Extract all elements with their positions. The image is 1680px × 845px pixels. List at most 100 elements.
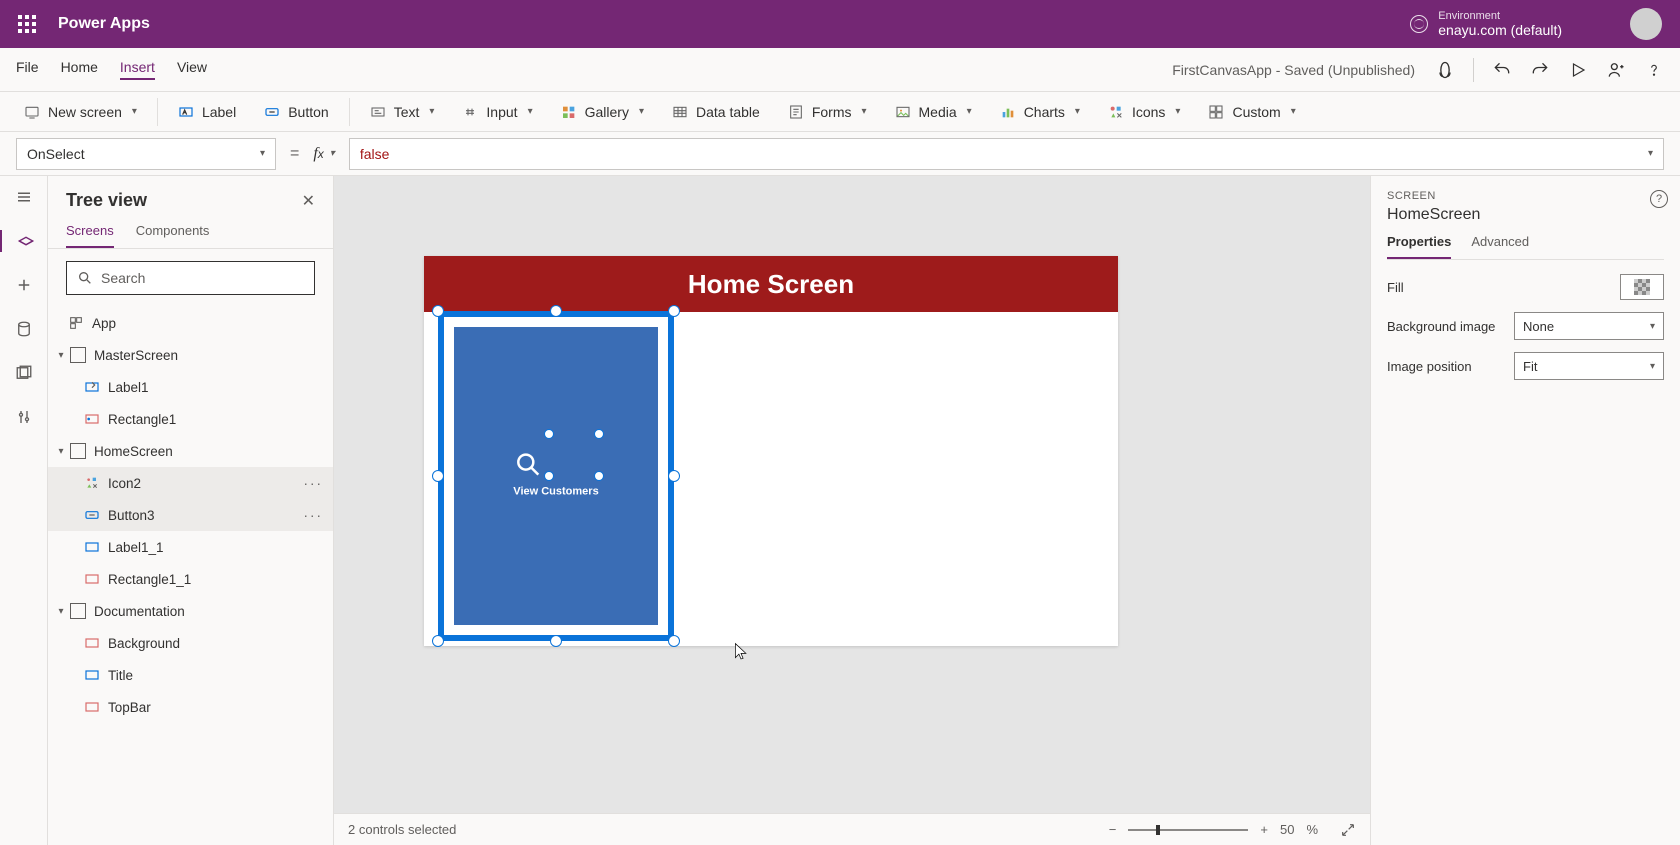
node-home-screen[interactable]: ▾ HomeScreen (48, 435, 333, 467)
selection-category: SCREEN (1387, 190, 1664, 202)
new-screen-button[interactable]: New screen▾ (12, 92, 149, 132)
selection-name: HomeScreen (1387, 206, 1664, 224)
globe-icon (1410, 15, 1428, 33)
insert-rail-icon[interactable] (13, 274, 35, 296)
custom-menu[interactable]: Custom▾ (1196, 92, 1307, 132)
panel-help-icon[interactable]: ? (1650, 190, 1668, 208)
global-header: Power Apps Environment enayu.com (defaul… (0, 0, 1680, 48)
node-icon2[interactable]: Icon2··· (48, 467, 333, 499)
user-avatar[interactable] (1630, 8, 1662, 40)
node-master-screen[interactable]: ▾ MasterScreen (48, 339, 333, 371)
tree-view-close-icon[interactable]: ✕ (302, 191, 315, 211)
tab-screens[interactable]: Screens (66, 223, 114, 248)
new-screen-label: New screen (48, 104, 122, 120)
formula-input[interactable]: false ▾ (349, 138, 1664, 170)
menu-home[interactable]: Home (61, 59, 98, 80)
gallery-label: Gallery (585, 104, 629, 120)
zoom-value: 50 (1280, 822, 1294, 837)
node-label1[interactable]: Label1 (48, 371, 333, 403)
menu-insert[interactable]: Insert (120, 59, 155, 80)
share-icon[interactable] (1606, 60, 1626, 80)
fx-button[interactable]: fx▾ (313, 145, 334, 163)
fit-icon[interactable] (1340, 822, 1356, 838)
redo-icon[interactable] (1530, 60, 1550, 80)
media-rail-icon[interactable] (13, 362, 35, 384)
charts-label: Charts (1024, 104, 1065, 120)
media-menu[interactable]: Media▾ (883, 92, 984, 132)
bg-image-value: None (1523, 319, 1554, 334)
data-rail-icon[interactable] (13, 318, 35, 340)
tab-properties[interactable]: Properties (1387, 234, 1451, 259)
environment-label: Environment (1438, 10, 1562, 23)
image-pos-label: Image position (1387, 359, 1472, 374)
label-button[interactable]: Label (166, 92, 248, 132)
input-menu[interactable]: Input▾ (450, 92, 544, 132)
hamburger-icon[interactable] (13, 186, 35, 208)
selected-button[interactable]: View Customers (438, 311, 674, 641)
data-table-label: Data table (696, 104, 760, 120)
help-icon[interactable] (1644, 60, 1664, 80)
equals-sign: = (290, 145, 299, 163)
status-bar: 2 controls selected − + 50 % (334, 813, 1370, 845)
bg-image-select[interactable]: None▾ (1514, 312, 1664, 340)
screen-title: Home Screen (424, 256, 1118, 312)
fill-swatch[interactable] (1620, 274, 1664, 300)
node-title[interactable]: Title (48, 659, 333, 691)
node-rectangle1[interactable]: Rectangle1 (48, 403, 333, 435)
undo-icon[interactable] (1492, 60, 1512, 80)
environment-value: enayu.com (default) (1438, 22, 1562, 38)
image-pos-select[interactable]: Fit▾ (1514, 352, 1664, 380)
property-select[interactable]: OnSelect ▾ (16, 138, 276, 170)
node-app[interactable]: App (48, 307, 333, 339)
node-more-icon[interactable]: ··· (304, 476, 324, 491)
play-icon[interactable] (1568, 60, 1588, 80)
app-name: Power Apps (58, 15, 150, 33)
button-caption: View Customers (513, 486, 598, 498)
image-pos-value: Fit (1523, 359, 1537, 374)
node-topbar[interactable]: TopBar (48, 691, 333, 723)
icons-menu[interactable]: Icons▾ (1096, 92, 1193, 132)
text-menu[interactable]: Text▾ (358, 92, 447, 132)
node-rectangle1-1[interactable]: Rectangle1_1 (48, 563, 333, 595)
app-checker-icon[interactable] (1435, 60, 1455, 80)
forms-menu[interactable]: Forms▾ (776, 92, 879, 132)
canvas-frame[interactable]: Home Screen View Customers (424, 256, 1118, 646)
node-documentation[interactable]: ▾ Documentation (48, 595, 333, 627)
advanced-tools-icon[interactable] (13, 406, 35, 428)
tree-view-title: Tree view (66, 190, 147, 211)
zoom-in-icon[interactable]: + (1260, 822, 1268, 837)
node-button3[interactable]: Button3··· (48, 499, 333, 531)
menu-bar: File Home Insert View FirstCanvasApp - S… (0, 48, 1680, 92)
canvas-area[interactable]: Home Screen View Customers (334, 176, 1370, 845)
app-launcher-icon[interactable] (18, 15, 36, 33)
zoom-out-icon[interactable]: − (1109, 822, 1117, 837)
button-label: Button (288, 104, 328, 120)
icons-label: Icons (1132, 104, 1165, 120)
charts-menu[interactable]: Charts▾ (988, 92, 1092, 132)
formula-value: false (360, 146, 390, 162)
input-label: Input (486, 104, 517, 120)
environment-picker[interactable]: Environment enayu.com (default) (1410, 10, 1562, 39)
gallery-menu[interactable]: Gallery▾ (549, 92, 656, 132)
property-select-value: OnSelect (27, 146, 85, 162)
data-table-button[interactable]: Data table (660, 92, 772, 132)
search-icon (77, 270, 93, 286)
left-rail (0, 176, 48, 845)
tree-search-input[interactable]: Search (66, 261, 315, 295)
tree-search-placeholder: Search (101, 270, 145, 286)
menu-view[interactable]: View (177, 59, 207, 80)
button-button[interactable]: Button (252, 92, 340, 132)
tab-advanced[interactable]: Advanced (1471, 234, 1529, 259)
node-label1-1[interactable]: Label1_1 (48, 531, 333, 563)
tree-view-icon[interactable] (0, 230, 48, 252)
menu-file[interactable]: File (16, 59, 39, 80)
zoom-pct: % (1306, 822, 1318, 837)
node-background[interactable]: Background (48, 627, 333, 659)
bg-image-label: Background image (1387, 319, 1495, 334)
selection-status: 2 controls selected (348, 822, 456, 837)
label-label: Label (202, 104, 236, 120)
node-more-icon[interactable]: ··· (304, 508, 324, 523)
zoom-slider[interactable] (1128, 829, 1248, 831)
tab-components[interactable]: Components (136, 223, 210, 248)
properties-panel: SCREEN HomeScreen ? Properties Advanced … (1370, 176, 1680, 845)
